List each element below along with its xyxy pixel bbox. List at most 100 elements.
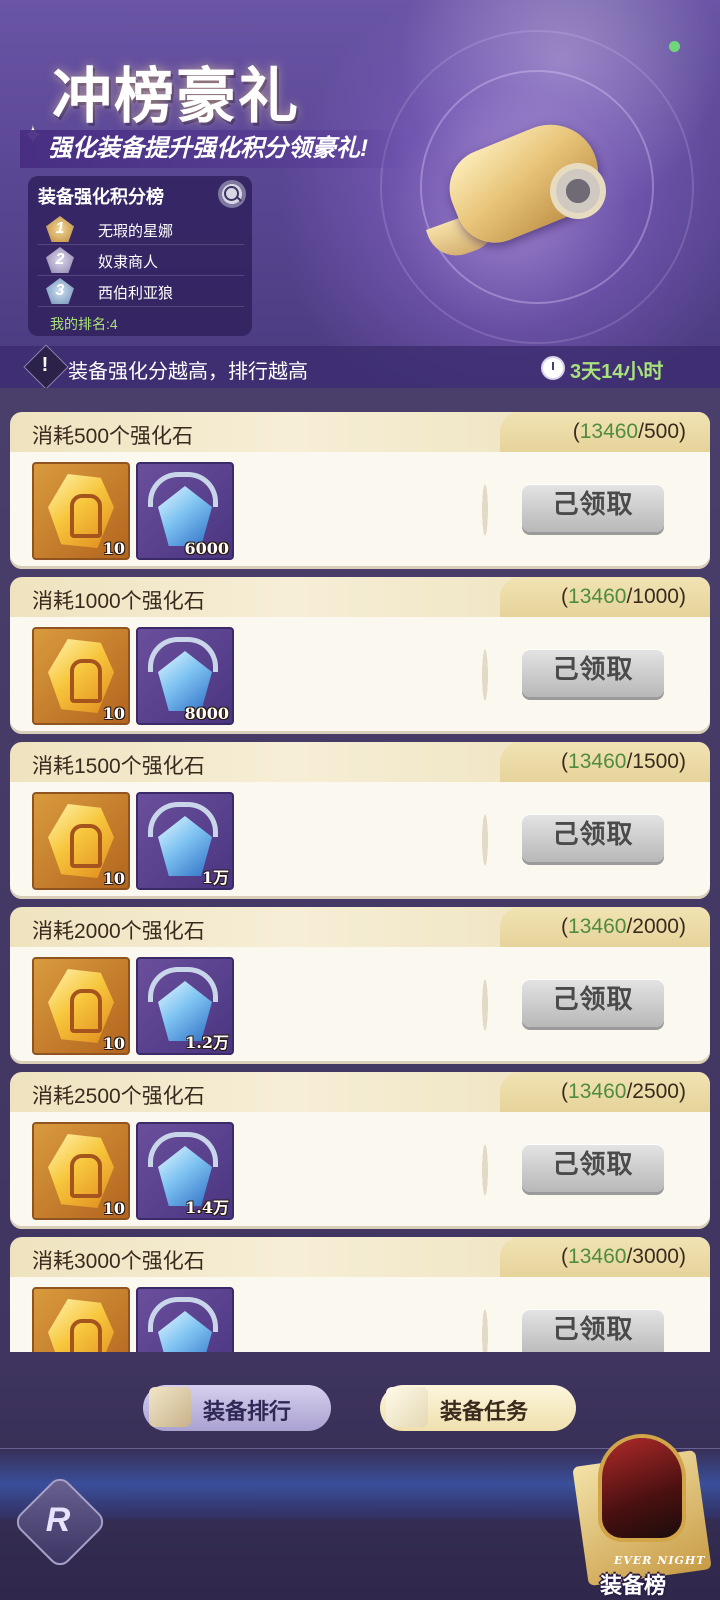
- gold-stone-icon: [48, 969, 114, 1043]
- claimed-button[interactable]: 己领取: [522, 979, 664, 1027]
- card-divider: [480, 796, 490, 884]
- progress-current: 13460: [568, 750, 627, 773]
- helmet-icon: [602, 1438, 682, 1538]
- claimed-button[interactable]: 己领取: [522, 1144, 664, 1192]
- event-banner: 冲榜豪礼 ✦ 强化装备提升强化积分领豪礼! 装备强化积分榜 1 无瑕的星娜 2 …: [0, 0, 720, 388]
- gold-stone-icon: [48, 1134, 114, 1208]
- card-divider: [480, 1291, 490, 1352]
- card-progress: (13460/500): [572, 420, 686, 443]
- item-quantity: 10: [102, 539, 125, 558]
- game-logo-icon: R: [45, 1501, 71, 1539]
- card-title: 消耗1500个强化石: [32, 755, 205, 778]
- progress-current: 13460: [579, 420, 639, 443]
- card-body: 10 1.2万 己领取: [10, 947, 710, 1064]
- card-body: 10 1.4万 己领取: [10, 1112, 710, 1229]
- status-indicator-dot: [669, 41, 680, 52]
- progress-target: /1000: [626, 585, 679, 608]
- equipment-ranking-tab[interactable]: 装备排行: [143, 1385, 331, 1431]
- claimed-button-label: 己领取: [552, 819, 634, 849]
- blue-crystal-item[interactable]: 6000: [136, 462, 234, 560]
- warning-mark: !: [41, 354, 49, 376]
- gold-stone-item[interactable]: 10: [32, 627, 130, 725]
- card-body: 10 6000 己领取: [10, 452, 710, 569]
- reward-list[interactable]: 消耗500个强化石 (13460/500) 10 6000 己领取 消耗1000…: [0, 388, 720, 1352]
- card-title: 消耗500个强化石: [32, 425, 194, 448]
- claimed-button[interactable]: 己领取: [522, 814, 664, 862]
- my-rank: 我的排名:4: [50, 316, 118, 332]
- gold-stone-item[interactable]: 10: [32, 957, 130, 1055]
- item-quantity: 10: [102, 704, 125, 723]
- equipment-ranking-label: 装备排行: [203, 1399, 292, 1424]
- search-icon[interactable]: [218, 180, 246, 208]
- gold-stone-icon: [48, 804, 114, 878]
- rank-2-badge-icon: 2: [46, 247, 74, 273]
- card-progress: (13460/2000): [561, 915, 686, 938]
- progress-target: /500: [638, 420, 679, 443]
- card-divider: [480, 1126, 490, 1214]
- event-subtitle: 强化装备提升强化积分领豪礼!: [20, 130, 410, 168]
- equipment-leaderboard-label: 装备榜: [600, 1573, 667, 1598]
- card-title: 消耗2000个强化石: [32, 920, 205, 943]
- card-title: 消耗3000个强化石: [32, 1250, 205, 1273]
- timer-icon: [541, 356, 565, 380]
- card-divider: [480, 466, 490, 554]
- item-quantity: 1万: [201, 868, 229, 887]
- leaderboard-heading: 装备强化积分榜: [38, 187, 164, 207]
- card-progress: (13460/2500): [561, 1080, 686, 1103]
- card-divider: [480, 961, 490, 1049]
- leaderboard-player-name: 无瑕的星娜: [98, 223, 174, 240]
- blue-crystal-item[interactable]: 1.4万: [136, 1122, 234, 1220]
- blue-crystal-item[interactable]: 1万: [136, 792, 234, 890]
- progress-target: /1500: [626, 750, 679, 773]
- card-title: 消耗2500个强化石: [32, 1085, 205, 1108]
- card-progress: (13460/1500): [561, 750, 686, 773]
- progress-target: /2000: [626, 915, 679, 938]
- blue-crystal-item[interactable]: [136, 1287, 234, 1352]
- gold-stone-icon: [48, 474, 114, 548]
- progress-target: /2500: [626, 1080, 679, 1103]
- leaderboard-row: 1 无瑕的星娜: [38, 214, 244, 245]
- claimed-button[interactable]: 己领取: [522, 1309, 664, 1352]
- claimed-button-label: 己领取: [552, 489, 634, 519]
- progress-current: 13460: [568, 915, 627, 938]
- reward-card: 消耗1500个强化石 (13460/1500) 10 1万 己领取: [10, 742, 710, 899]
- card-body: 己领取: [10, 1277, 710, 1352]
- gold-stone-item[interactable]: 10: [32, 1122, 130, 1220]
- item-quantity: 1.4万: [185, 1198, 229, 1217]
- equipment-task-label: 装备任务: [440, 1399, 529, 1424]
- blue-crystal-item[interactable]: 8000: [136, 627, 234, 725]
- gold-stone-item[interactable]: [32, 1287, 130, 1352]
- gold-stone-icon: [48, 1299, 114, 1352]
- leaderboard-player-name: 奴隶商人: [98, 254, 159, 271]
- gold-stone-item[interactable]: 10: [32, 792, 130, 890]
- rank-3-badge-icon: 3: [46, 278, 74, 304]
- chest-icon: [149, 1387, 191, 1427]
- item-quantity: 1.2万: [185, 1033, 229, 1052]
- countdown-timer: 3天14小时: [570, 361, 664, 383]
- equipment-leaderboard-button[interactable]: EVER NIGHT 装备榜: [572, 1438, 714, 1600]
- claimed-button-label: 己领取: [552, 1149, 634, 1179]
- scroll-icon: [425, 105, 613, 265]
- info-text: 装备强化分越高，排行越高: [68, 361, 308, 383]
- item-quantity: 8000: [184, 704, 229, 723]
- reward-card: 消耗1000个强化石 (13460/1000) 10 8000 己领取: [10, 577, 710, 734]
- item-quantity: 10: [102, 1034, 125, 1053]
- claimed-button[interactable]: 己领取: [522, 484, 664, 532]
- gold-stone-item[interactable]: 10: [32, 462, 130, 560]
- item-quantity: 6000: [184, 539, 229, 558]
- progress-current: 13460: [568, 1080, 627, 1103]
- leaderboard-panel[interactable]: 装备强化积分榜 1 无瑕的星娜 2 奴隶商人 3 西伯利亚狼 我的排名:4: [28, 176, 252, 336]
- claimed-button[interactable]: 己领取: [522, 649, 664, 697]
- event-title: 冲榜豪礼: [52, 62, 300, 132]
- card-divider: [480, 631, 490, 719]
- leaderboard-row: 3 西伯利亚狼: [38, 276, 244, 307]
- scroll-icon: [386, 1387, 428, 1427]
- reward-card: 消耗2500个强化石 (13460/2500) 10 1.4万 己领取: [10, 1072, 710, 1229]
- equipment-task-tab[interactable]: 装备任务: [380, 1385, 576, 1431]
- gold-stone-icon: [48, 639, 114, 713]
- reward-card: 消耗2000个强化石 (13460/2000) 10 1.2万 己领取: [10, 907, 710, 1064]
- leaderboard-player-name: 西伯利亚狼: [98, 285, 174, 302]
- leaderboard-row: 2 奴隶商人: [38, 245, 244, 276]
- claimed-button-label: 己领取: [552, 984, 634, 1014]
- blue-crystal-item[interactable]: 1.2万: [136, 957, 234, 1055]
